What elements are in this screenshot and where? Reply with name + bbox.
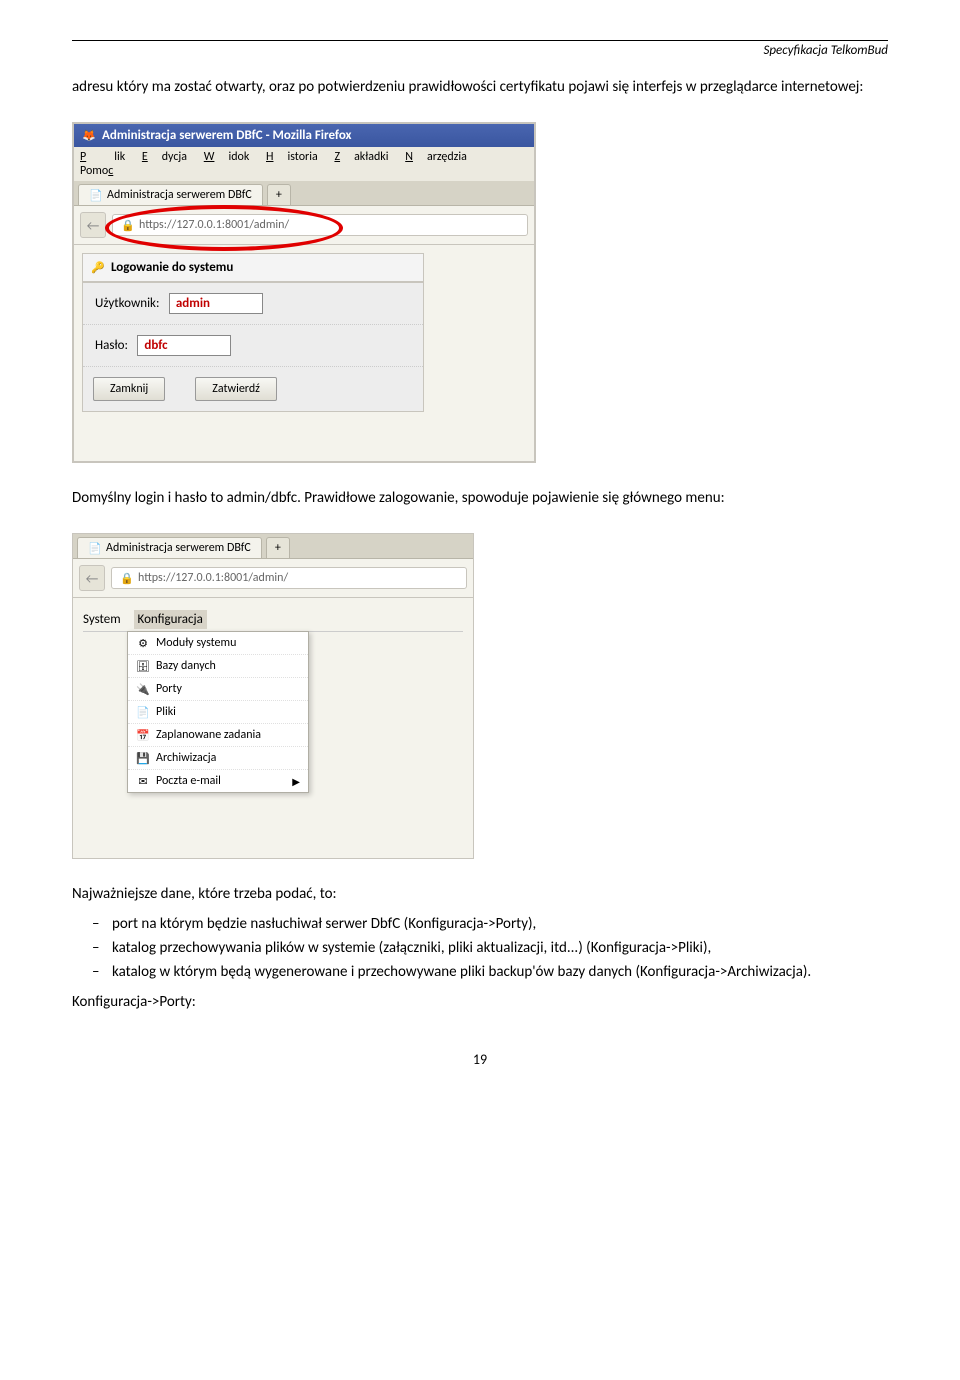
new-tab-button[interactable]: + — [267, 184, 291, 205]
back-button-2[interactable]: ← — [79, 565, 105, 591]
user-label: Użytkownik: — [95, 296, 159, 311]
paragraph-2: Domyślny login i hasło to admin/dbfc. Pr… — [72, 489, 888, 507]
file-icon: 📄 — [136, 705, 150, 719]
dd-zadania[interactable]: 📅Zaplanowane zadania — [128, 724, 308, 747]
screenshot-login: 🦊 Administracja serwerem DBfC - Mozilla … — [72, 122, 536, 463]
tab-favicon-2: 📄 — [88, 541, 102, 555]
user-input[interactable]: admin — [169, 293, 263, 314]
url-text-2: https://127.0.0.1:8001/admin/ — [138, 571, 288, 585]
module-icon: ⚙ — [136, 636, 150, 650]
menu-narzedzia[interactable]: Narzędzia — [405, 150, 467, 164]
firefox-icon: 🦊 — [82, 129, 96, 143]
login-panel-title: 🔑 Logowanie do systemu — [83, 254, 423, 283]
browser-tab-2[interactable]: 📄 Administracja serwerem DBfC — [77, 537, 262, 558]
dd-porty[interactable]: 🔌Porty — [128, 678, 308, 701]
url-text: https://127.0.0.1:8001/admin/ — [139, 218, 289, 232]
url-bar[interactable]: 🔒 https://127.0.0.1:8001/admin/ — [112, 214, 528, 236]
app-menubar: System Konfiguracja — [83, 608, 463, 632]
lock-icon-2: 🔒 — [120, 571, 134, 585]
browser-tab[interactable]: 📄 Administracja serwerem DBfC — [78, 184, 263, 205]
menu-historia[interactable]: Historia — [266, 150, 318, 164]
nav-bar-2: ← 🔒 https://127.0.0.1:8001/admin/ — [73, 559, 473, 598]
tab-label-2: Administracja serwerem DBfC — [106, 541, 251, 555]
dd-pliki[interactable]: 📄Pliki — [128, 701, 308, 724]
pass-input[interactable]: dbfc — [137, 335, 231, 356]
window-titlebar: 🦊 Administracja serwerem DBfC - Mozilla … — [74, 124, 534, 147]
back-button[interactable]: ← — [80, 212, 106, 238]
menu-zakladki[interactable]: Zakładki — [334, 150, 388, 164]
screenshot-menu: 📄 Administracja serwerem DBfC + ← 🔒 http… — [72, 533, 474, 859]
bullet-1: port na którym będzie nasłuchiwał serwer… — [112, 915, 888, 933]
page-number: 19 — [72, 1051, 888, 1068]
schedule-icon: 📅 — [136, 728, 150, 742]
bullet-list: port na którym będzie nasłuchiwał serwer… — [72, 915, 888, 981]
close-button[interactable]: Zamknij — [93, 377, 165, 401]
header-title: Specyfikacja TelkomBud — [72, 43, 888, 58]
login-panel: 🔑 Logowanie do systemu Użytkownik: admin… — [82, 253, 424, 412]
tab-favicon: 📄 — [89, 188, 103, 202]
new-tab-button-2[interactable]: + — [266, 537, 290, 558]
bullet-3: katalog w którym będą wygenerowane i prz… — [112, 963, 888, 981]
dd-bazy[interactable]: 🗄Bazy danych — [128, 655, 308, 678]
bullet-2: katalog przechowywania plików w systemie… — [112, 939, 888, 957]
paragraph-3: Najważniejsze dane, które trzeba podać, … — [72, 885, 888, 903]
archive-icon: 💾 — [136, 751, 150, 765]
dd-archiwizacja[interactable]: 💾Archiwizacja — [128, 747, 308, 770]
lock-icon: 🔒 — [121, 218, 135, 232]
paragraph-1: adresu który ma zostać otwarty, oraz po … — [72, 78, 888, 96]
nav-bar: ← 🔒 https://127.0.0.1:8001/admin/ — [74, 206, 534, 245]
url-bar-2[interactable]: 🔒 https://127.0.0.1:8001/admin/ — [111, 567, 467, 589]
browser-menubar: Plik Edycja Widok Historia Zakładki Narz… — [74, 147, 534, 181]
port-icon: 🔌 — [136, 682, 150, 696]
menu-konfiguracja[interactable]: Konfiguracja — [134, 610, 207, 629]
menu-widok[interactable]: Widok — [204, 150, 250, 164]
menu-system[interactable]: System — [83, 612, 121, 627]
paragraph-4: Konfiguracja->Porty: — [72, 993, 888, 1011]
menu-plik[interactable]: Plik — [80, 150, 125, 164]
dd-poczta[interactable]: ✉Poczta e-mail▶ — [128, 770, 308, 792]
submit-button[interactable]: Zatwierdź — [195, 377, 277, 401]
login-icon: 🔑 — [91, 261, 105, 275]
pass-label: Hasło: — [95, 338, 128, 353]
menu-pomoc[interactable]: Pomoc — [80, 164, 127, 178]
menu-edycja[interactable]: Edycja — [142, 150, 187, 164]
submenu-arrow-icon: ▶ — [292, 775, 300, 788]
tab-label: Administracja serwerem DBfC — [107, 188, 252, 202]
konfiguracja-dropdown: ⚙Moduły systemu 🗄Bazy danych 🔌Porty 📄Pli… — [127, 631, 309, 793]
tab-row-2: 📄 Administracja serwerem DBfC + — [73, 534, 473, 559]
dd-moduly[interactable]: ⚙Moduły systemu — [128, 632, 308, 655]
tab-row: 📄 Administracja serwerem DBfC + — [74, 181, 534, 206]
window-title: Administracja serwerem DBfC - Mozilla Fi… — [102, 128, 352, 143]
database-icon: 🗄 — [136, 659, 150, 673]
mail-icon: ✉ — [136, 774, 150, 788]
header-rule — [72, 40, 888, 41]
